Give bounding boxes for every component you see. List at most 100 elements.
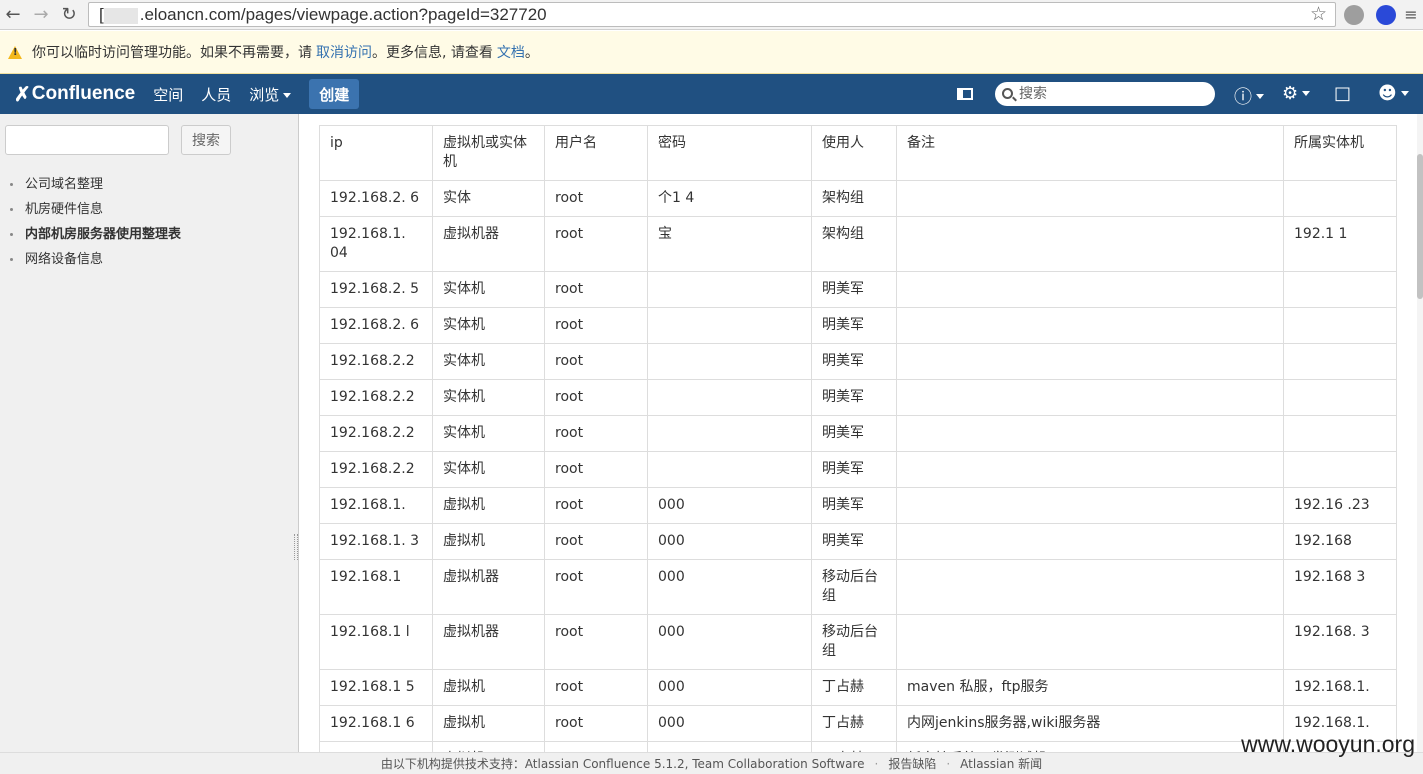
table-cell: 内网jenkins服务器,wiki服务器	[896, 705, 1284, 742]
table-cell	[896, 216, 1284, 272]
page-tree-item[interactable]: 公司域名整理	[10, 172, 181, 197]
table-cell: 实体机	[432, 271, 545, 308]
table-row: 192.168.2.2 实体机 root 明美军	[319, 379, 1397, 416]
docs-link[interactable]: 文档	[497, 42, 525, 62]
cancel-access-link[interactable]: 取消访问	[316, 42, 372, 62]
table-cell: 192.16 .23	[1283, 487, 1397, 524]
table-cell: 明美军	[811, 487, 897, 524]
paw-icon[interactable]	[1376, 5, 1396, 25]
table-cell: 192.168.2. 6	[319, 307, 433, 344]
header-search-input[interactable]: 搜索	[995, 82, 1215, 106]
table-cell: maven 私服，ftp服务	[896, 669, 1284, 706]
page-tree-item[interactable]: 网络设备信息	[10, 247, 181, 272]
table-cell	[647, 271, 812, 308]
table-row: 192.168.1 0虚拟机root 000丁占赫新审核系统开发测试机192.1…	[319, 741, 1397, 752]
star-icon[interactable]: ☆	[1310, 3, 1327, 26]
nav-browse-label: 浏览	[249, 85, 280, 104]
table-cell: 000	[647, 559, 812, 615]
infobar-text-middle: 。更多信息, 请查看	[372, 45, 493, 61]
table-row: 192.168.2. 6 实体机 root 明美军	[319, 307, 1397, 344]
table-cell: 丁占赫	[811, 741, 897, 752]
table-cell	[647, 415, 812, 452]
sidebar-search-button[interactable]: 搜索	[181, 125, 231, 155]
logo-text: Confluence	[31, 83, 136, 104]
page-tree-sidebar: 搜索 公司域名整理 机房硬件信息 内部机房服务器使用整理表 网络设备信息	[0, 114, 299, 752]
column-header: 使用人	[811, 125, 897, 181]
table-cell: 宝	[647, 216, 812, 272]
globe-icon[interactable]	[1344, 5, 1364, 25]
reload-icon[interactable]: ↻	[58, 3, 80, 25]
browser-toolbar: ← → ↻ [.eloancn.com/pages/viewpage.actio…	[0, 0, 1423, 30]
sidebar-search-input[interactable]	[5, 125, 169, 155]
table-cell	[1283, 307, 1397, 344]
table-cell: 新审核系统开发测试机	[896, 741, 1284, 752]
table-cell: 架构组	[811, 180, 897, 217]
table-row: 192.168.2.2 实体机 root 明美军	[319, 451, 1397, 488]
sidebar-toggle-icon[interactable]	[957, 88, 973, 100]
table-row: 192.168.1 虚拟机器 root 000 移动后台组 192.168 3	[319, 559, 1397, 615]
table-cell: 192.168.2. 6	[319, 180, 433, 217]
table-row: 192.168.2. 5 实体机 root 明美军	[319, 271, 1397, 308]
table-cell: 虚拟机	[432, 669, 545, 706]
table-cell: 虚拟机器	[432, 559, 545, 615]
table-cell: 192.168.1.	[319, 487, 433, 524]
table-cell: 移动后台组	[811, 614, 897, 670]
table-cell: 实体机	[432, 307, 545, 344]
notifications-icon[interactable]: □	[1334, 83, 1351, 104]
table-cell: 192.168. 3	[1283, 614, 1397, 670]
table-cell: root	[544, 271, 648, 308]
table-cell: 虚拟机	[432, 741, 545, 752]
address-bar[interactable]: [.eloancn.com/pages/viewpage.action?page…	[88, 2, 1336, 27]
warning-icon	[8, 45, 22, 59]
table-row: 192.168.1 l 虚拟机器 root 000 移动后台组 192.168. 3	[319, 614, 1397, 670]
table-cell: 192.168.1 l	[319, 614, 433, 670]
table-cell: root	[544, 216, 648, 272]
user-avatar-icon[interactable]: ☻	[1378, 83, 1409, 104]
back-icon[interactable]: ←	[2, 3, 24, 25]
table-cell: 192.168.1	[319, 559, 433, 615]
table-cell: 明美军	[811, 523, 897, 560]
table-cell: 明美军	[811, 379, 897, 416]
table-cell: root	[544, 487, 648, 524]
scrollbar-thumb[interactable]	[1417, 154, 1423, 299]
confluence-logo[interactable]: ✗ Confluence	[14, 82, 135, 107]
table-cell	[896, 180, 1284, 217]
table-cell: root	[544, 415, 648, 452]
server-table: ip 虚拟机或实体机 用户名 密码 使用人 备注 所属实体机 192.168.2…	[319, 125, 1397, 752]
forward-icon[interactable]: →	[30, 3, 52, 25]
table-cell	[896, 487, 1284, 524]
table-cell	[1283, 451, 1397, 488]
report-bug-link[interactable]: 报告缺陷	[888, 757, 936, 771]
gear-icon[interactable]: ⚙	[1282, 83, 1311, 104]
page-tree-item-current[interactable]: 内部机房服务器使用整理表	[10, 222, 181, 247]
page-tree: 公司域名整理 机房硬件信息 内部机房服务器使用整理表 网络设备信息	[10, 172, 181, 272]
vertical-scrollbar[interactable]	[1417, 114, 1423, 752]
menu-icon[interactable]: ≡	[1400, 3, 1422, 25]
table-cell: root	[544, 614, 648, 670]
nav-browse[interactable]: 浏览	[249, 84, 292, 105]
table-cell	[647, 451, 812, 488]
table-row: 192.168.1. 04 虚拟机器 root 宝 架构组 192.1 1	[319, 216, 1397, 272]
table-cell: 移动后台组	[811, 559, 897, 615]
table-cell	[896, 614, 1284, 670]
nav-spaces[interactable]: 空间	[153, 84, 183, 105]
search-placeholder: 搜索	[1019, 86, 1047, 102]
table-cell: 虚拟机	[432, 523, 545, 560]
nav-people[interactable]: 人员	[201, 84, 231, 105]
infobar-text: 你可以临时访问管理功能。如果不再需要，请	[32, 45, 312, 61]
table-row: 192.168.2.2 实体机 root 明美军	[319, 343, 1397, 380]
app-header: ✗ Confluence 空间 人员 浏览 创建 搜索 ⓘ ⚙ □ ☻	[0, 74, 1423, 114]
table-cell	[896, 307, 1284, 344]
sidebar-resize-handle[interactable]	[294, 534, 298, 560]
page-footer: 由以下机构提供技术支持：Atlassian Confluence 5.1.2, …	[0, 752, 1423, 774]
table-row: 192.168.2. 6 实体 root 个1 4 架构组	[319, 180, 1397, 217]
table-cell: 明美军	[811, 451, 897, 488]
column-header: 用户名	[544, 125, 648, 181]
atlassian-news-link[interactable]: Atlassian 新闻	[960, 757, 1042, 771]
table-cell: 实体机	[432, 379, 545, 416]
page-tree-item[interactable]: 机房硬件信息	[10, 197, 181, 222]
url-text: .eloancn.com/pages/viewpage.action?pageI…	[139, 5, 547, 24]
help-icon[interactable]: ⓘ	[1234, 83, 1264, 109]
table-cell: 192.168.1. 04	[319, 216, 433, 272]
create-button[interactable]: 创建	[309, 79, 360, 109]
